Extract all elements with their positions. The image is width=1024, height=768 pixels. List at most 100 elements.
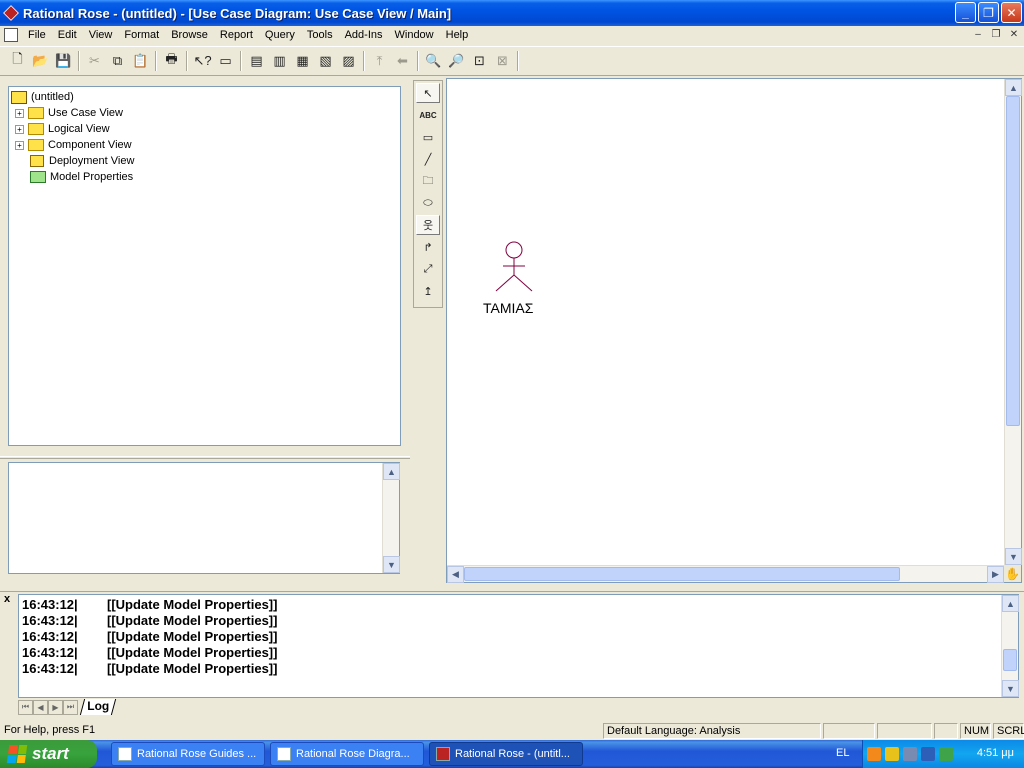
menu-browse[interactable]: Browse	[165, 26, 214, 44]
menu-add-ins[interactable]: Add-Ins	[339, 26, 389, 44]
tree-item-model-properties[interactable]: Model Properties	[30, 169, 133, 185]
tray-app-icon[interactable]	[867, 747, 881, 761]
next-tab-icon[interactable]: ▶	[48, 699, 63, 715]
browse-deployment-icon[interactable]: ▧	[314, 50, 337, 72]
browse-class-icon[interactable]: ▤	[245, 50, 268, 72]
print-icon[interactable]: 🖶	[160, 50, 183, 72]
restore-button[interactable]: ❐	[978, 2, 999, 23]
log-output[interactable]: 16:43:12| [[Update Model Properties]] 16:…	[18, 594, 1019, 698]
view-doc-icon[interactable]: ▭	[214, 50, 237, 72]
rational-rose-icon[interactable]	[3, 5, 19, 21]
new-icon[interactable]: 🗋	[6, 50, 29, 72]
menu-report[interactable]: Report	[214, 26, 259, 44]
generalization-icon[interactable]: ↥	[416, 281, 440, 301]
scroll-down-arrow[interactable]: ▼	[1002, 680, 1019, 697]
expand-icon[interactable]: +	[15, 108, 24, 118]
browse-interaction-icon[interactable]: ▥	[268, 50, 291, 72]
scroll-thumb[interactable]	[1003, 649, 1017, 671]
open-icon[interactable]: 📂	[29, 50, 52, 72]
log-close-icon[interactable]: x	[4, 594, 16, 606]
context-help-icon[interactable]: ↖?	[191, 50, 214, 72]
task-rational-rose-guides[interactable]: Rational Rose Guides ...	[111, 742, 265, 766]
scroll-thumb[interactable]	[1006, 96, 1020, 426]
scroll-thumb[interactable]	[464, 567, 900, 581]
documentation-pane[interactable]: ▲ ▼	[8, 462, 400, 574]
mdi-minimize-button[interactable]: –	[970, 27, 986, 41]
mdi-restore-button[interactable]: ❐	[988, 27, 1004, 41]
scroll-up-arrow[interactable]: ▲	[1005, 79, 1022, 96]
cut-icon[interactable]: ✂	[83, 50, 106, 72]
mdi-close-button[interactable]: ✕	[1006, 27, 1022, 41]
note-icon[interactable]: ▭	[416, 127, 440, 147]
scroll-up-arrow[interactable]: ▲	[383, 463, 400, 480]
zoom-in-icon[interactable]: 🔍	[422, 50, 445, 72]
tab-log[interactable]: Log	[79, 699, 117, 715]
scroll-up-arrow[interactable]: ▲	[1002, 595, 1019, 612]
clock[interactable]: 4:51 μμ	[977, 747, 1014, 759]
log-vertical-scrollbar[interactable]: ▲ ▼	[1001, 595, 1019, 697]
zoom-out-icon[interactable]: 🔎	[445, 50, 468, 72]
browse-parent-icon[interactable]: ⤒	[368, 50, 391, 72]
tray-app-icon[interactable]	[921, 747, 935, 761]
anchor-note-icon[interactable]: ╱	[416, 149, 440, 169]
menu-tools[interactable]: Tools	[301, 26, 339, 44]
fit-window-icon[interactable]: ⊡	[468, 50, 491, 72]
browse-previous-icon[interactable]: ⬅	[391, 50, 414, 72]
tree-item-deployment-view[interactable]: Deployment View	[30, 153, 134, 169]
tree-root[interactable]: (untitled)	[11, 89, 74, 105]
minimize-button[interactable]: _	[955, 2, 976, 23]
package-icon[interactable]: 🗀	[416, 171, 440, 191]
tray-app-icon[interactable]	[885, 747, 899, 761]
browse-component-icon[interactable]: ▦	[291, 50, 314, 72]
tree-item-use-case-view[interactable]: + Use Case View	[15, 105, 123, 121]
scroll-left-arrow[interactable]: ◀	[447, 566, 464, 583]
tree-item-component-view[interactable]: + Component View	[15, 137, 132, 153]
use-case-icon[interactable]: ⬭	[416, 193, 440, 213]
text-box-icon[interactable]: ABC	[416, 105, 440, 125]
pan-hand-icon[interactable]: ✋	[1004, 565, 1021, 582]
actor-icon[interactable]: 웃	[416, 215, 440, 235]
task-rational-rose-diagrams[interactable]: Rational Rose Diagra...	[270, 742, 424, 766]
unidirectional-association-icon[interactable]: ↱	[416, 237, 440, 257]
save-icon[interactable]: 💾	[52, 50, 75, 72]
language-indicator[interactable]: EL	[836, 747, 849, 759]
expand-icon[interactable]: +	[15, 124, 24, 134]
actor-label[interactable]: ΤΑΜΙΑΣ	[483, 300, 533, 316]
tray-app-icon[interactable]	[903, 747, 917, 761]
menu-query[interactable]: Query	[259, 26, 301, 44]
menu-format[interactable]: Format	[118, 26, 165, 44]
paste-icon[interactable]: 📋	[129, 50, 152, 72]
close-button[interactable]: ✕	[1001, 2, 1022, 23]
browse-state-icon[interactable]: ▨	[337, 50, 360, 72]
start-button[interactable]: start	[0, 740, 97, 768]
document-icon[interactable]	[4, 28, 18, 42]
menu-help[interactable]: Help	[440, 26, 475, 44]
scroll-down-arrow[interactable]: ▼	[1005, 548, 1022, 565]
expand-icon[interactable]: +	[15, 140, 24, 150]
tray-app-icon[interactable]	[939, 747, 953, 761]
canvas-vertical-scrollbar[interactable]: ▲ ▼	[1004, 79, 1022, 565]
scroll-right-arrow[interactable]: ▶	[987, 566, 1004, 583]
last-tab-icon[interactable]: ⏭	[63, 699, 78, 715]
menu-view[interactable]: View	[83, 26, 119, 44]
selection-arrow-icon[interactable]: ↖	[416, 83, 440, 103]
menu-edit[interactable]: Edit	[52, 26, 83, 44]
pane-splitter[interactable]	[0, 456, 410, 459]
undo-fit-icon[interactable]: ⊠	[491, 50, 514, 72]
actor-shape[interactable]	[485, 241, 545, 301]
diagram-canvas[interactable]: ΤΑΜΙΑΣ ▲ ▼ ◀ ▶ ✋	[446, 78, 1022, 583]
model-browser[interactable]: (untitled) + Use Case View + Logical Vie…	[8, 86, 401, 446]
doc-vertical-scrollbar[interactable]: ▲ ▼	[382, 463, 400, 573]
task-rational-rose[interactable]: Rational Rose - (untitl...	[429, 742, 583, 766]
title-bar[interactable]: Rational Rose - (untitled) - [Use Case D…	[0, 0, 1024, 26]
tree-item-logical-view[interactable]: + Logical View	[15, 121, 110, 137]
dependency-icon[interactable]: ⤢	[416, 259, 440, 279]
menu-file[interactable]: File	[22, 26, 52, 44]
scroll-down-arrow[interactable]: ▼	[383, 556, 400, 573]
first-tab-icon[interactable]: ⏮	[18, 699, 33, 715]
canvas-horizontal-scrollbar[interactable]: ◀ ▶	[447, 565, 1021, 583]
menu-window[interactable]: Window	[389, 26, 440, 44]
prev-tab-icon[interactable]: ◀	[33, 699, 48, 715]
copy-icon[interactable]: ⧉	[106, 50, 129, 72]
toolbar-separator	[517, 51, 519, 71]
